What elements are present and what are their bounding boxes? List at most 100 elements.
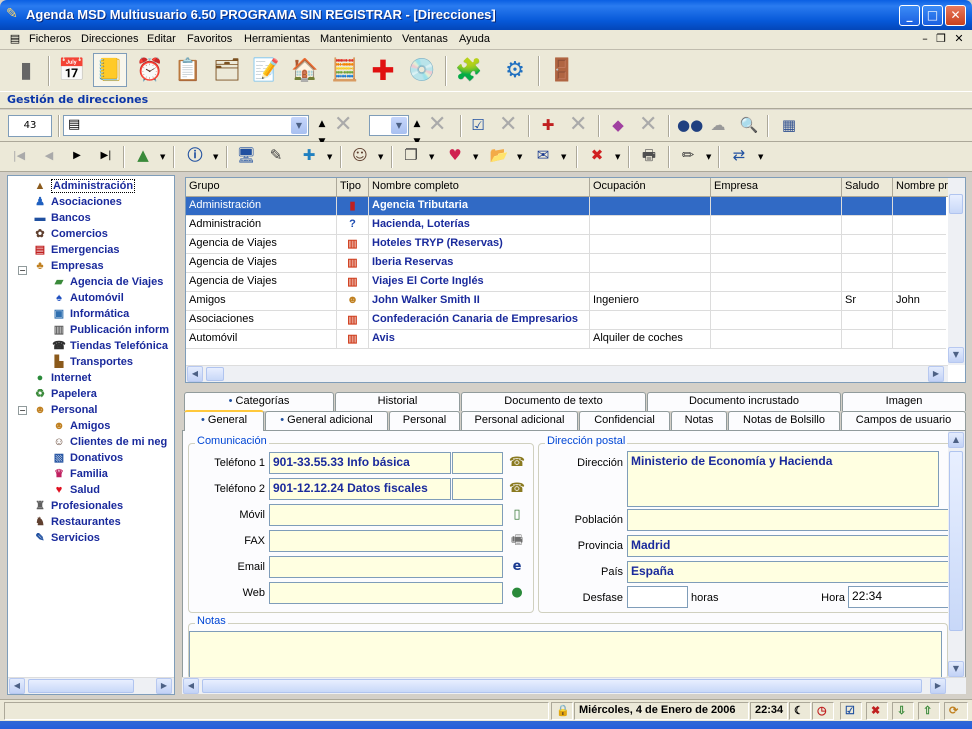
tree-item-familia[interactable]: ♛ Familia	[51, 466, 108, 482]
tab-personal-adicional[interactable]: Personal adicional	[461, 411, 578, 430]
cell-saludo[interactable]	[842, 254, 893, 273]
menu-ayuda[interactable]: Ayuda	[459, 33, 490, 45]
home-icon[interactable]: 🏠	[288, 53, 322, 87]
tree-item-restaurantes[interactable]: ♞ Restaurantes	[32, 514, 121, 530]
cell-nombre[interactable]: Agencia Tributaria	[369, 197, 590, 216]
cell-nombre[interactable]: Avis	[369, 330, 590, 349]
clear-search-icon[interactable]: ✕	[334, 114, 352, 136]
tree-item-donativos[interactable]: ▧ Donativos	[51, 450, 123, 466]
cell-saludo[interactable]	[842, 311, 893, 330]
table-row[interactable]: Agencia de Viajes ▥ Iberia Reservas	[186, 254, 949, 273]
scroll-thumb[interactable]	[28, 679, 134, 693]
scroll-up-icon[interactable]: ▲	[948, 432, 964, 448]
document-icon[interactable]: ▤	[8, 32, 22, 45]
cell-nombre[interactable]: Confederación Canaria de Empresarios	[369, 311, 590, 330]
cell-grupo[interactable]: Amigos	[186, 292, 337, 311]
fax-field[interactable]	[269, 530, 503, 552]
email-icon[interactable]: e	[508, 558, 526, 576]
previous-record-icon[interactable]: ◀	[38, 147, 60, 167]
cell-saludo[interactable]: Sr	[842, 292, 893, 311]
scroll-left-icon[interactable]: ◀	[9, 678, 25, 694]
monitor-icon[interactable]: 🖥	[235, 146, 257, 166]
tab-documento-incrustado[interactable]: Documento incrustado	[647, 392, 841, 411]
first-record-icon[interactable]: |◀	[8, 147, 30, 167]
cell-empresa[interactable]	[711, 254, 842, 273]
tree-item-tiendas-telefonica[interactable]: ☎ Tiendas Telefónica	[51, 338, 168, 354]
tab-campos-usuario[interactable]: Campos de usuario	[841, 411, 966, 430]
tab-categorias[interactable]: • Categorías	[184, 392, 334, 411]
cell-nombre[interactable]: Viajes El Corte Inglés	[369, 273, 590, 292]
desfase-field[interactable]	[627, 586, 688, 608]
cell-grupo[interactable]: Agencia de Viajes	[186, 235, 337, 254]
detail-horizontal-scrollbar[interactable]: ◀ ▶	[182, 677, 966, 694]
cell-ocupacion[interactable]: Alquiler de coches	[590, 330, 711, 349]
cell-saludo[interactable]	[842, 235, 893, 254]
contacts-grid[interactable]: Grupo Tipo Nombre completo Ocupación Emp…	[185, 177, 966, 383]
chevron-down-icon[interactable]: ▼	[561, 153, 566, 161]
menu-herramientas[interactable]: Herramientas	[244, 33, 310, 45]
chart-icon[interactable]: ▥	[337, 273, 369, 292]
add-to-list-icon[interactable]: ✚	[537, 116, 559, 136]
column-header-nombre[interactable]: Nombre completo	[369, 178, 590, 197]
tree-item-internet[interactable]: ● Internet	[32, 370, 92, 386]
cell-nombre_pr[interactable]	[893, 254, 949, 273]
group-tree[interactable]: − − ▲ Administración ♟ Asociaciones ▬ Banco…	[7, 175, 175, 695]
cell-ocupacion[interactable]	[590, 311, 711, 330]
table-row[interactable]: Agencia de Viajes ▥ Viajes El Corte Inglés	[186, 273, 949, 292]
cell-nombre_pr[interactable]	[893, 216, 949, 235]
person-icon[interactable]: ☻	[337, 292, 369, 311]
cell-ocupacion[interactable]	[590, 197, 711, 216]
scroll-right-icon[interactable]: ▶	[928, 366, 944, 382]
binoculars-icon[interactable]: ●●	[677, 116, 703, 136]
chart-icon[interactable]: ▥	[337, 311, 369, 330]
tree-item-administracion[interactable]: ▲ Administración	[32, 178, 136, 194]
medical-cross-icon[interactable]: ✚	[366, 53, 400, 87]
collapse-personal-icon[interactable]: −	[18, 406, 27, 415]
scroll-down-icon[interactable]: ▼	[948, 661, 964, 677]
email-field[interactable]	[269, 556, 503, 578]
cell-saludo[interactable]	[842, 330, 893, 349]
cell-nombre[interactable]: Hacienda, Loterías	[369, 216, 590, 235]
close-button[interactable]: ✕	[945, 5, 966, 26]
cell-ocupacion[interactable]	[590, 254, 711, 273]
server-icon[interactable]: ▮	[9, 53, 43, 87]
cell-grupo[interactable]: Agencia de Viajes	[186, 273, 337, 292]
chart-icon[interactable]: ▥	[337, 330, 369, 349]
cell-grupo[interactable]: Asociaciones	[186, 311, 337, 330]
tree-item-automovil[interactable]: ♠ Automóvil	[51, 290, 124, 306]
movil-field[interactable]	[269, 504, 503, 526]
flag-icon[interactable]: ▮	[337, 197, 369, 216]
scroll-thumb[interactable]	[949, 451, 963, 631]
tree-item-profesionales[interactable]: ♜ Profesionales	[32, 498, 123, 514]
chevron-down-icon[interactable]: ▼	[291, 117, 307, 134]
cell-grupo[interactable]: Administración	[186, 216, 337, 235]
clear-list-icon[interactable]: ✕	[569, 114, 587, 136]
tree-item-salud[interactable]: ♥ Salud	[51, 482, 100, 498]
tab-historial[interactable]: Historial	[335, 392, 460, 411]
cell-nombre[interactable]: John Walker Smith II	[369, 292, 590, 311]
cell-empresa[interactable]	[711, 273, 842, 292]
tab-personal[interactable]: Personal	[389, 411, 460, 430]
tree-horizontal-scrollbar[interactable]: ◀ ▶	[8, 677, 174, 694]
column-header-nombre-pr[interactable]: Nombre pr	[893, 178, 949, 197]
menu-editar[interactable]: Editar	[147, 33, 176, 45]
tree-item-amigos[interactable]: ☻ Amigos	[51, 418, 110, 434]
next-record-icon[interactable]: ▶	[66, 147, 88, 167]
phone-dial-icon[interactable]: ☎	[508, 480, 526, 498]
mdi-close-icon[interactable]: ✕	[952, 32, 966, 45]
clear-filter-icon[interactable]: ✕	[428, 114, 446, 136]
cell-ocupacion[interactable]: Ingeniero	[590, 292, 711, 311]
settings-gear-icon[interactable]: ⚙	[498, 53, 532, 87]
column-header-tipo[interactable]: Tipo	[337, 178, 369, 197]
mobile-phone-icon[interactable]: ▯	[508, 506, 526, 524]
tree-item-comercios[interactable]: ✿ Comercios	[32, 226, 107, 242]
filter-combo[interactable]: ▼	[369, 115, 409, 136]
search-icon[interactable]: 🔍	[738, 116, 760, 136]
scroll-thumb[interactable]	[949, 194, 963, 214]
clock-icon[interactable]: ◷	[812, 702, 834, 720]
detail-vertical-scrollbar[interactable]: ▲ ▼	[948, 431, 965, 679]
tab-notas[interactable]: Notas	[671, 411, 727, 430]
scroll-thumb[interactable]	[202, 679, 922, 693]
cell-grupo[interactable]: Administración	[186, 197, 337, 216]
direccion-field[interactable]: Ministerio de Economía y Hacienda	[627, 451, 939, 507]
